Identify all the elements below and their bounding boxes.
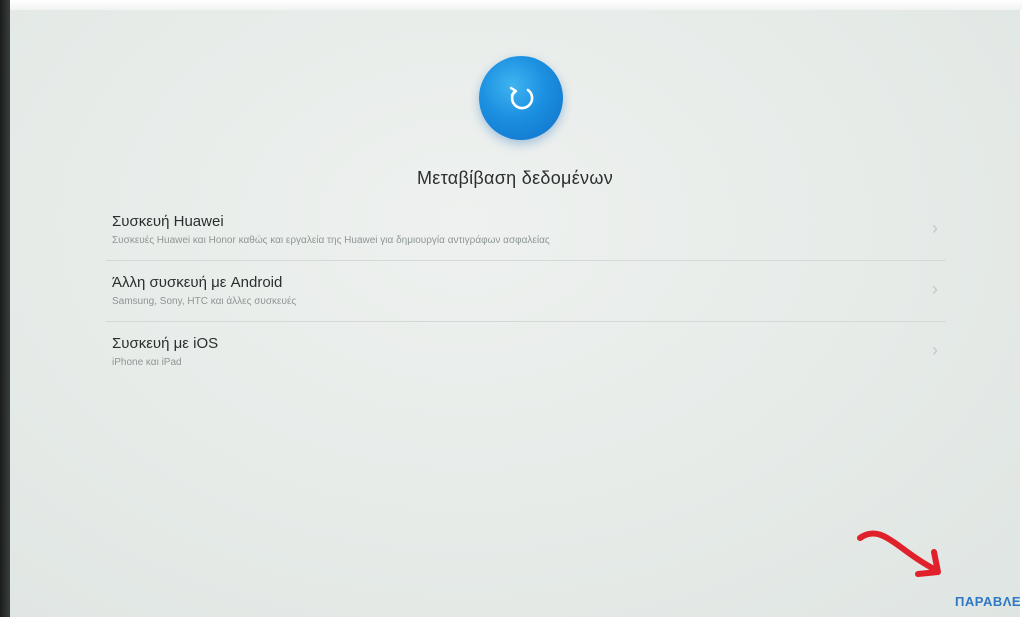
option-list: Συσκευή Huawei Συσκευές Huawei και Honor… [106,200,946,382]
chevron-right-icon: › [932,279,938,299]
chevron-right-icon: › [932,218,938,238]
option-ios-device[interactable]: Συσκευή με iOS iPhone και iPad › [106,321,946,382]
option-title: Συσκευή Huawei [112,213,224,230]
page-title: Μεταβίβαση δεδομένων [416,168,614,188]
data-transfer-icon [479,56,563,140]
option-subtitle: Samsung, Sony, HTC και άλλες συσκευές [112,296,297,307]
option-subtitle: Συσκευές Huawei και Honor καθώς και εργα… [112,235,550,246]
option-android-device[interactable]: Άλλη συσκευή με Android Samsung, Sony, H… [106,260,946,321]
option-huawei-device[interactable]: Συσκευή Huawei Συσκευές Huawei και Honor… [106,200,946,260]
option-subtitle: iPhone και iPad [112,357,182,368]
option-title: Συσκευή με iOS [112,335,219,352]
device-bezel-left [0,0,10,617]
photo: Μεταβίβαση δεδομένων Συσκευή Huawei Συσκ… [0,0,1022,617]
red-arrow-annotation [857,530,941,577]
skip-button[interactable]: ΠΑΡΑΒΛΕ [955,594,1020,609]
option-title: Άλλη συσκευή με Android [112,274,283,291]
device-bezel-top [0,0,1022,10]
chevron-right-icon: › [932,340,938,360]
refresh-icon [509,86,534,110]
